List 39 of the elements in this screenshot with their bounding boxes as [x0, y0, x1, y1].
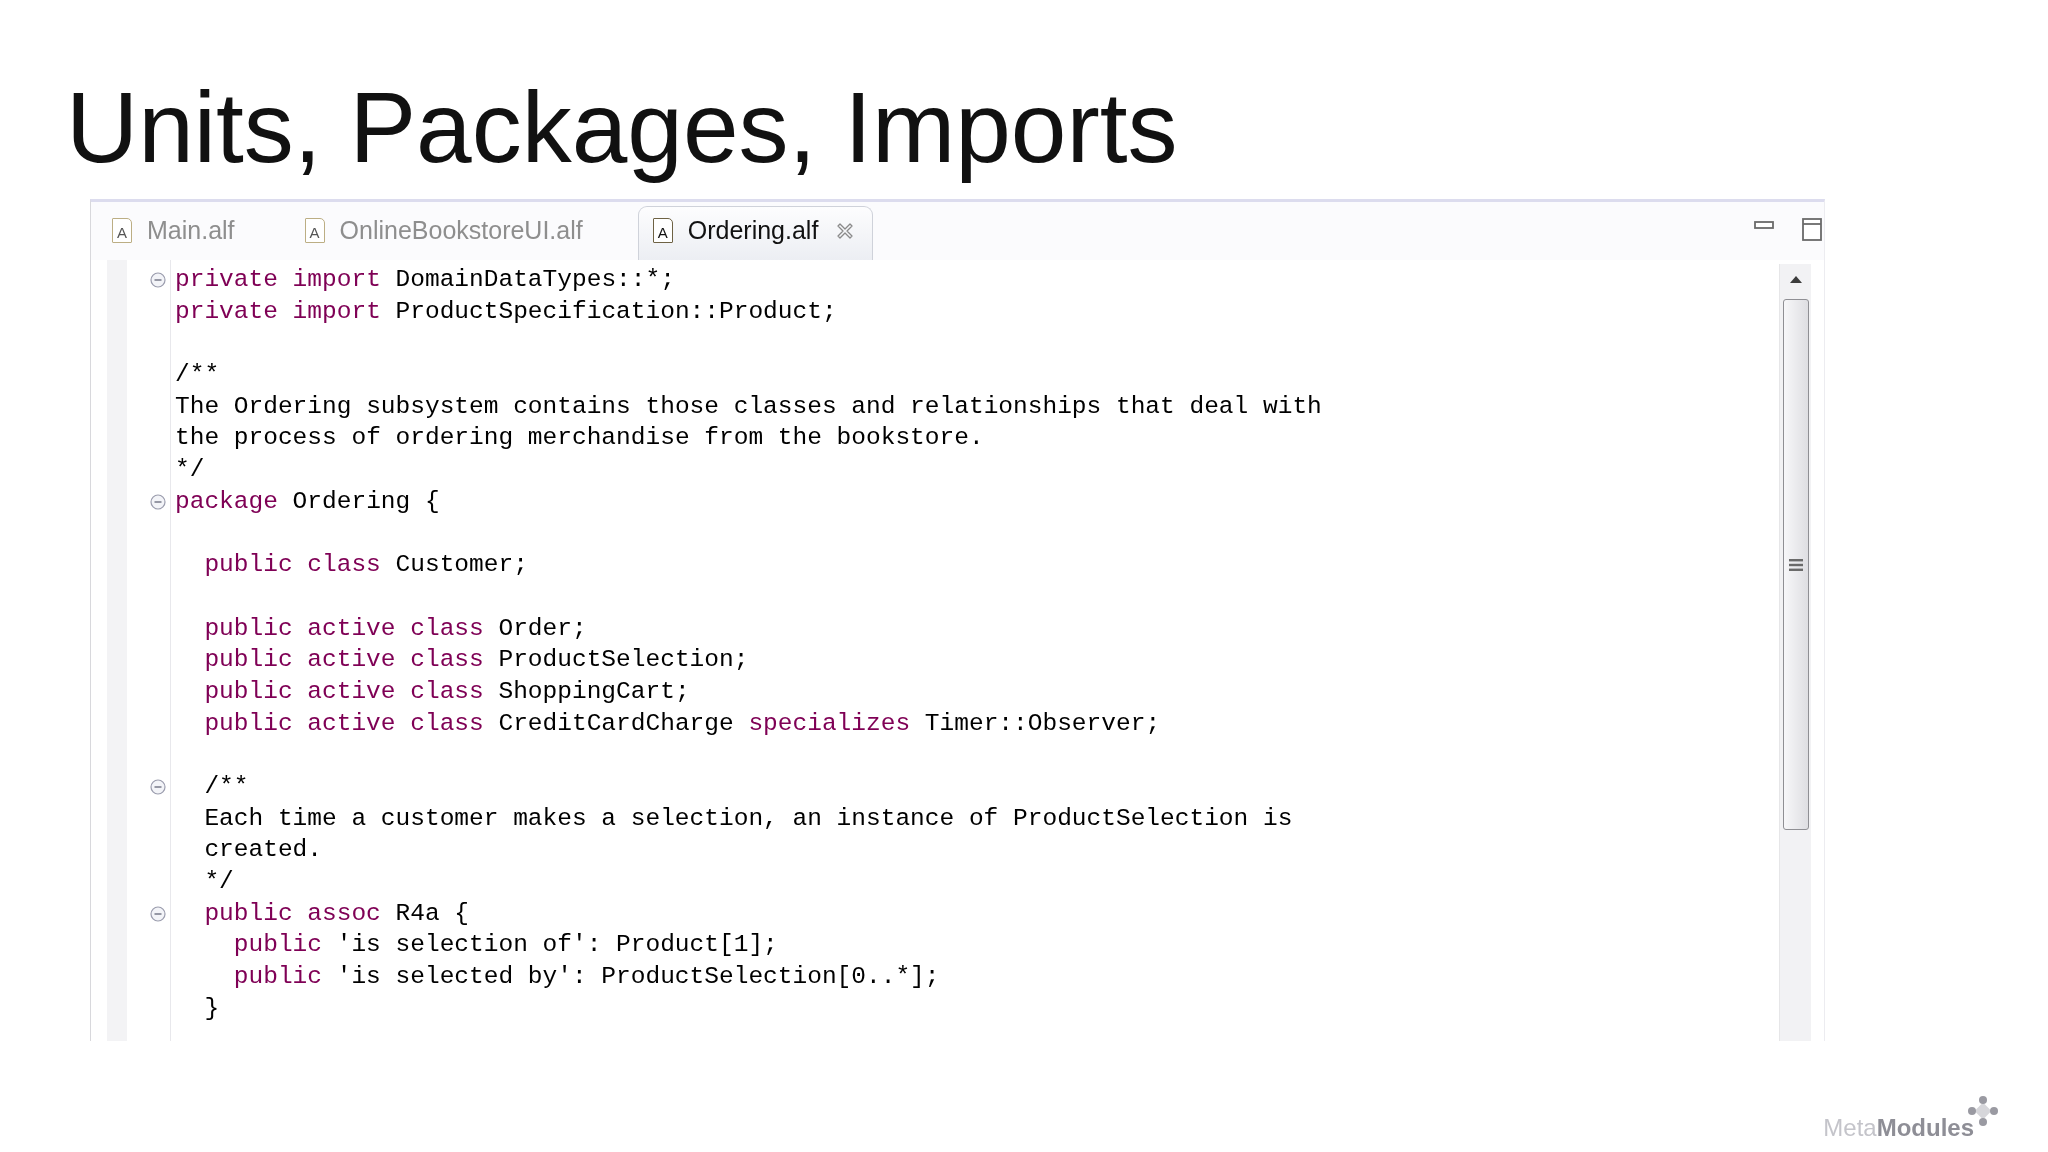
code-line: public 'is selection of': Product[1];	[233, 930, 778, 961]
code-line: The Ordering subsystem contains those classes and relationships that deal with	[175, 391, 1322, 422]
close-icon[interactable]	[836, 221, 855, 240]
code-line: }	[204, 993, 220, 1024]
scroll-up-arrow-icon[interactable]	[1789, 276, 1802, 283]
code-line: public class Customer;	[204, 550, 528, 581]
grip-icon	[1788, 558, 1803, 571]
code-line: */	[204, 867, 234, 898]
collapse-icon[interactable]	[150, 493, 166, 510]
code-line: public active class ShoppingCart;	[204, 676, 690, 707]
code-line: */	[175, 455, 205, 486]
file-type-label: A	[112, 218, 132, 243]
minimize-icon[interactable]	[1754, 221, 1774, 229]
editor-tab[interactable]: A OnlineBookstoreUI.alf	[289, 206, 602, 260]
code-line: the process of ordering merchandise from the bookstore.	[175, 423, 984, 454]
code-line: private import ProductSpecification::Product;	[175, 296, 837, 327]
scrollbar-thumb[interactable]	[1782, 299, 1809, 830]
slide-title: Units, Packages, Imports	[66, 70, 1178, 185]
code-line: package Ordering {	[175, 486, 440, 517]
code-line: public active class ProductSelection;	[204, 645, 749, 676]
code-line: private import DomainDataTypes::*;	[175, 265, 675, 295]
file-type-label: A	[652, 218, 673, 243]
collapse-icon[interactable]	[150, 271, 166, 288]
code-line: public assoc R4a {	[204, 898, 470, 929]
logo-wordmark: MetaModules	[1823, 1114, 1974, 1142]
collapse-icon[interactable]	[150, 778, 166, 795]
code-line: public 'is selected by': ProductSelection[0..*];	[233, 962, 940, 993]
code-line: public active class CreditCardCharge specializes Timer::Observer;	[204, 708, 1161, 739]
vertical-scrollbar[interactable]	[1779, 264, 1811, 1041]
code-line: Each time a customer makes a selection, an instance of ProductSelection is	[204, 803, 1293, 834]
editor-tab[interactable]: A Main.alf	[97, 206, 254, 260]
maximize-icon[interactable]	[1802, 218, 1822, 241]
file-type-label: A	[304, 218, 325, 243]
code-line: /**	[204, 772, 249, 802]
code-line: public active class Order;	[204, 613, 587, 644]
code-line: created.	[204, 835, 322, 866]
collapse-icon[interactable]	[150, 905, 166, 922]
editor-tab[interactable]: A Ordering.alf	[637, 206, 874, 260]
code-line: /**	[175, 360, 220, 391]
